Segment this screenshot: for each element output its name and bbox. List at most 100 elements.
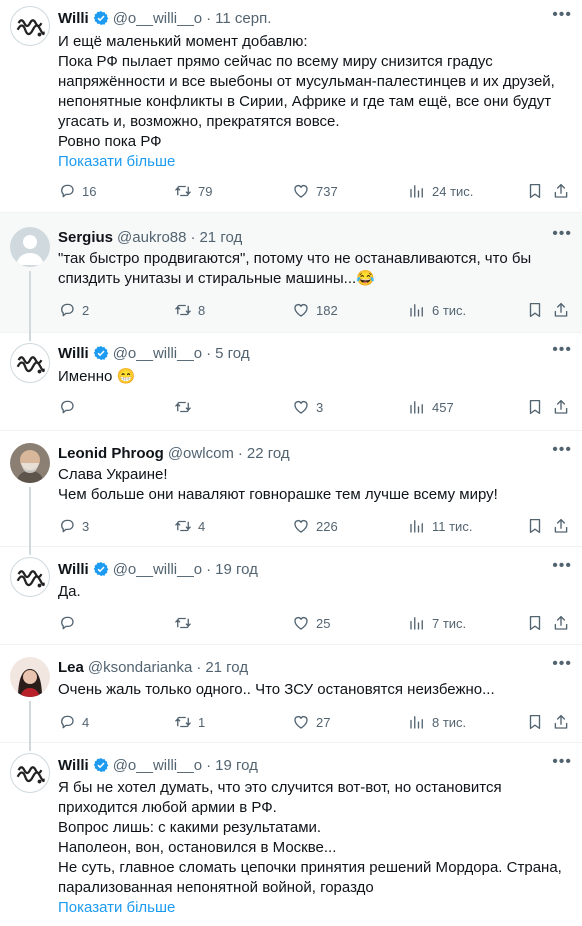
- tweet-text: Именно 😁: [58, 367, 568, 387]
- views-button[interactable]: 8 тис.: [408, 713, 466, 731]
- timestamp[interactable]: 22 год: [247, 445, 290, 462]
- author-handle[interactable]: @o__willi__o: [113, 10, 202, 27]
- views-icon: [408, 517, 426, 535]
- tweet[interactable]: Leonid Phroog @owlcom · 22 год ••• Слава…: [0, 431, 582, 547]
- avatar[interactable]: [10, 6, 50, 46]
- like-button[interactable]: 226: [292, 517, 338, 535]
- avatar[interactable]: [10, 443, 50, 483]
- like-button[interactable]: 3: [292, 398, 323, 416]
- reply-button[interactable]: 3: [58, 517, 89, 535]
- show-more-link[interactable]: Показати більше: [58, 898, 568, 918]
- reply-button[interactable]: [58, 614, 82, 632]
- retweet-button[interactable]: 1: [174, 713, 205, 731]
- retweet-count: 8: [198, 302, 206, 318]
- timestamp[interactable]: 19 год: [215, 757, 258, 774]
- author-name[interactable]: Willi: [58, 10, 89, 27]
- author-handle[interactable]: @owlcom: [168, 445, 234, 462]
- timestamp[interactable]: 21 год: [205, 659, 248, 676]
- avatar[interactable]: [10, 557, 50, 597]
- tweet[interactable]: Willi @o__willi__o · 5 год ••• Именно 😁 …: [0, 333, 582, 431]
- like-button[interactable]: 27: [292, 713, 330, 731]
- retweet-button[interactable]: 4: [174, 517, 205, 535]
- views-button[interactable]: 11 тис.: [408, 517, 472, 535]
- views-button[interactable]: 24 тис.: [408, 182, 473, 200]
- avatar[interactable]: [10, 657, 50, 697]
- share-button[interactable]: [552, 182, 570, 200]
- share-button[interactable]: [552, 614, 570, 632]
- author-handle[interactable]: @o__willi__o: [113, 345, 202, 362]
- reply-icon: [58, 182, 76, 200]
- tweet[interactable]: Lea @ksondarianka · 21 год ••• Очень жал…: [0, 645, 582, 743]
- share-icon: [552, 182, 570, 200]
- more-horizontal-icon[interactable]: •••: [552, 6, 572, 24]
- author-handle[interactable]: @aukro88: [117, 229, 186, 246]
- bookmark-button[interactable]: [526, 713, 544, 731]
- reply-count: 16: [82, 183, 97, 199]
- author-name[interactable]: Leonid Phroog: [58, 445, 164, 462]
- more-horizontal-icon[interactable]: •••: [552, 753, 572, 771]
- author-name[interactable]: Willi: [58, 757, 89, 774]
- author-name[interactable]: Sergius: [58, 229, 113, 246]
- retweet-button[interactable]: [174, 398, 198, 416]
- share-button[interactable]: [552, 398, 570, 416]
- bookmark-button[interactable]: [526, 517, 544, 535]
- author-handle[interactable]: @o__willi__o: [113, 561, 202, 578]
- timestamp[interactable]: 19 год: [215, 561, 258, 578]
- tweet[interactable]: Willi @o__willi__o · 11 серп. ••• И ещё …: [0, 0, 582, 213]
- reply-button[interactable]: 4: [58, 713, 89, 731]
- reply-button[interactable]: 2: [58, 301, 89, 319]
- tweet[interactable]: Willi @o__willi__o · 19 год ••• Я бы не …: [0, 743, 582, 926]
- share-button[interactable]: [552, 301, 570, 319]
- tweet[interactable]: Sergius @aukro88 · 21 год ••• "так быстр…: [0, 213, 582, 333]
- more-horizontal-icon[interactable]: •••: [552, 557, 572, 575]
- avatar[interactable]: [10, 343, 50, 383]
- separator-dot: ·: [206, 344, 212, 362]
- author-name[interactable]: Willi: [58, 345, 89, 362]
- bookmark-icon: [526, 614, 544, 632]
- text-line: Не суть, главное сломать цепочки приняти…: [58, 859, 562, 876]
- retweet-button[interactable]: 79: [174, 182, 212, 200]
- views-button[interactable]: 7 тис.: [408, 614, 466, 632]
- timestamp[interactable]: 11 серп.: [215, 10, 271, 27]
- timestamp[interactable]: 5 год: [215, 345, 249, 362]
- tweet-text: И ещё маленький момент добавлю: Пока РФ …: [58, 32, 568, 172]
- retweet-button[interactable]: 8: [174, 301, 205, 319]
- author-name[interactable]: Lea: [58, 659, 84, 676]
- verified-badge-icon: [93, 10, 109, 26]
- separator-dot: ·: [206, 9, 212, 27]
- avatar[interactable]: [10, 227, 50, 267]
- author-handle[interactable]: @ksondarianka: [88, 659, 192, 676]
- views-button[interactable]: 6 тис.: [408, 301, 466, 319]
- separator-dot: ·: [190, 228, 196, 246]
- share-button[interactable]: [552, 713, 570, 731]
- views-button[interactable]: 457: [408, 398, 454, 416]
- retweet-button[interactable]: [174, 614, 198, 632]
- views-count: 24 тис.: [432, 183, 474, 199]
- share-icon: [552, 301, 570, 319]
- author-handle[interactable]: @o__willi__o: [113, 757, 202, 774]
- bookmark-button[interactable]: [526, 182, 544, 200]
- like-button[interactable]: 25: [292, 614, 330, 632]
- tweet[interactable]: Willi @o__willi__o · 19 год ••• Да. 25 7…: [0, 547, 582, 645]
- more-horizontal-icon[interactable]: •••: [552, 655, 572, 673]
- timestamp[interactable]: 21 год: [199, 229, 242, 246]
- bookmark-button[interactable]: [526, 301, 544, 319]
- bookmark-button[interactable]: [526, 614, 544, 632]
- text-line: непонятные конфликты в Сирии, Африке и г…: [58, 93, 552, 110]
- text-line: Слава Украине!: [58, 466, 168, 483]
- like-button[interactable]: 182: [292, 301, 338, 319]
- retweet-count: 4: [198, 518, 206, 534]
- more-horizontal-icon[interactable]: •••: [552, 441, 572, 459]
- thread-line: [29, 743, 31, 751]
- retweet-icon: [174, 398, 192, 416]
- bookmark-button[interactable]: [526, 398, 544, 416]
- more-horizontal-icon[interactable]: •••: [552, 341, 572, 359]
- avatar[interactable]: [10, 753, 50, 793]
- reply-button[interactable]: 16: [58, 182, 96, 200]
- show-more-link[interactable]: Показати більше: [58, 152, 568, 172]
- author-name[interactable]: Willi: [58, 561, 89, 578]
- like-button[interactable]: 737: [292, 182, 338, 200]
- reply-button[interactable]: [58, 398, 82, 416]
- share-button[interactable]: [552, 517, 570, 535]
- more-horizontal-icon[interactable]: •••: [552, 225, 572, 243]
